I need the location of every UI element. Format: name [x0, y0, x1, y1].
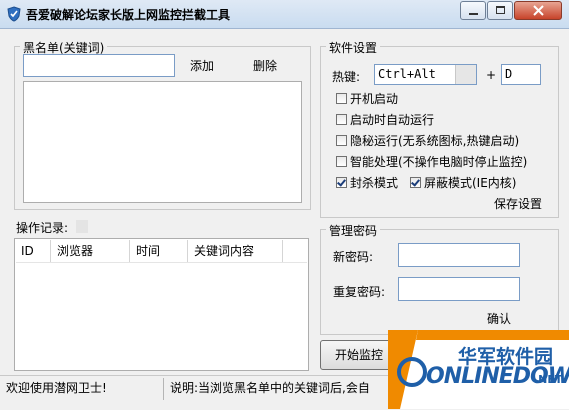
kill-mode-checkbox[interactable] [336, 176, 347, 188]
minimize-icon [469, 13, 478, 15]
option-smart-process[interactable]: 智能处理(不操作电脑时停止监控) [336, 153, 527, 169]
auto-run-checkbox[interactable] [336, 113, 347, 125]
column-keyword[interactable]: 关键词内容 [189, 240, 283, 262]
shield-mode-checkbox[interactable] [410, 176, 421, 188]
window-title: 吾爱破解论坛家长版上网监控拦截工具 [26, 8, 231, 22]
close-button[interactable] [514, 1, 562, 20]
confirm-button[interactable]: 确认 [487, 310, 511, 327]
delete-button[interactable]: 删除 [253, 57, 277, 74]
new-password-field[interactable] [398, 243, 520, 267]
settings-group-label: 软件设置 [326, 39, 381, 56]
log-count-area [76, 220, 88, 233]
option-shield-mode[interactable]: 屏蔽模式(IE内核) [410, 174, 517, 190]
option-label: 封杀模式 [350, 175, 399, 190]
minimize-button[interactable] [460, 1, 486, 20]
option-hidden-run[interactable]: 隐秘运行(无系统图标,热键启动) [336, 132, 519, 148]
new-password-label: 新密码: [333, 250, 374, 264]
log-label: 操作记录: [16, 221, 69, 235]
option-kill-mode[interactable]: 封杀模式 [336, 174, 398, 190]
status-welcome: 欢迎使用潜网卫士! [6, 381, 107, 395]
option-label: 屏蔽模式(IE内核) [424, 175, 517, 190]
password-group-label: 管理密码 [326, 222, 381, 239]
smart-process-checkbox[interactable] [336, 155, 347, 167]
maximize-icon [496, 6, 505, 14]
hotkey-modifier-field[interactable]: Ctrl+Alt [374, 64, 477, 85]
option-label: 智能处理(不操作电脑时停止监控) [350, 154, 528, 169]
hotkey-key-field[interactable]: D [501, 64, 541, 85]
option-label: 隐秘运行(无系统图标,热键启动) [350, 133, 520, 148]
title-bar[interactable]: 吾爱破解论坛家长版上网监控拦截工具 [0, 0, 569, 29]
option-boot-start[interactable]: 开机启动 [336, 90, 398, 106]
watermark: 华军软件园 ONLINEDOWN .NET [388, 330, 569, 409]
repeat-password-field[interactable] [398, 277, 520, 301]
hotkey-modifier-value: Ctrl+Alt [378, 67, 436, 81]
option-label: 开机启动 [350, 91, 399, 106]
option-auto-run[interactable]: 启动时自动运行 [336, 111, 434, 127]
status-note: 说明:当浏览黑名单中的关键词后,会自 [170, 381, 370, 395]
close-icon [533, 5, 544, 16]
hidden-run-checkbox[interactable] [336, 134, 347, 146]
keyword-list[interactable] [23, 81, 302, 203]
column-time[interactable]: 时间 [131, 240, 188, 262]
hotkey-label: 热键: [332, 70, 361, 84]
maximize-button[interactable] [487, 1, 513, 20]
log-table[interactable]: ID 浏览器 时间 关键词内容 [14, 238, 309, 371]
column-id[interactable]: ID [16, 240, 51, 262]
hotkey-field-shade [455, 65, 476, 84]
save-settings-button[interactable]: 保存设置 [494, 195, 542, 212]
plus-sign: + [486, 68, 497, 82]
column-browser[interactable]: 浏览器 [52, 240, 130, 262]
option-label: 启动时自动运行 [350, 112, 435, 127]
header-divider [16, 262, 307, 263]
app-shield-icon [7, 6, 21, 22]
boot-start-checkbox[interactable] [336, 92, 347, 104]
keyword-input[interactable] [23, 54, 175, 77]
repeat-password-label: 重复密码: [333, 285, 386, 299]
add-button[interactable]: 添加 [190, 57, 214, 74]
watermark-tld-text: .NET [534, 373, 563, 386]
status-divider [163, 378, 164, 400]
